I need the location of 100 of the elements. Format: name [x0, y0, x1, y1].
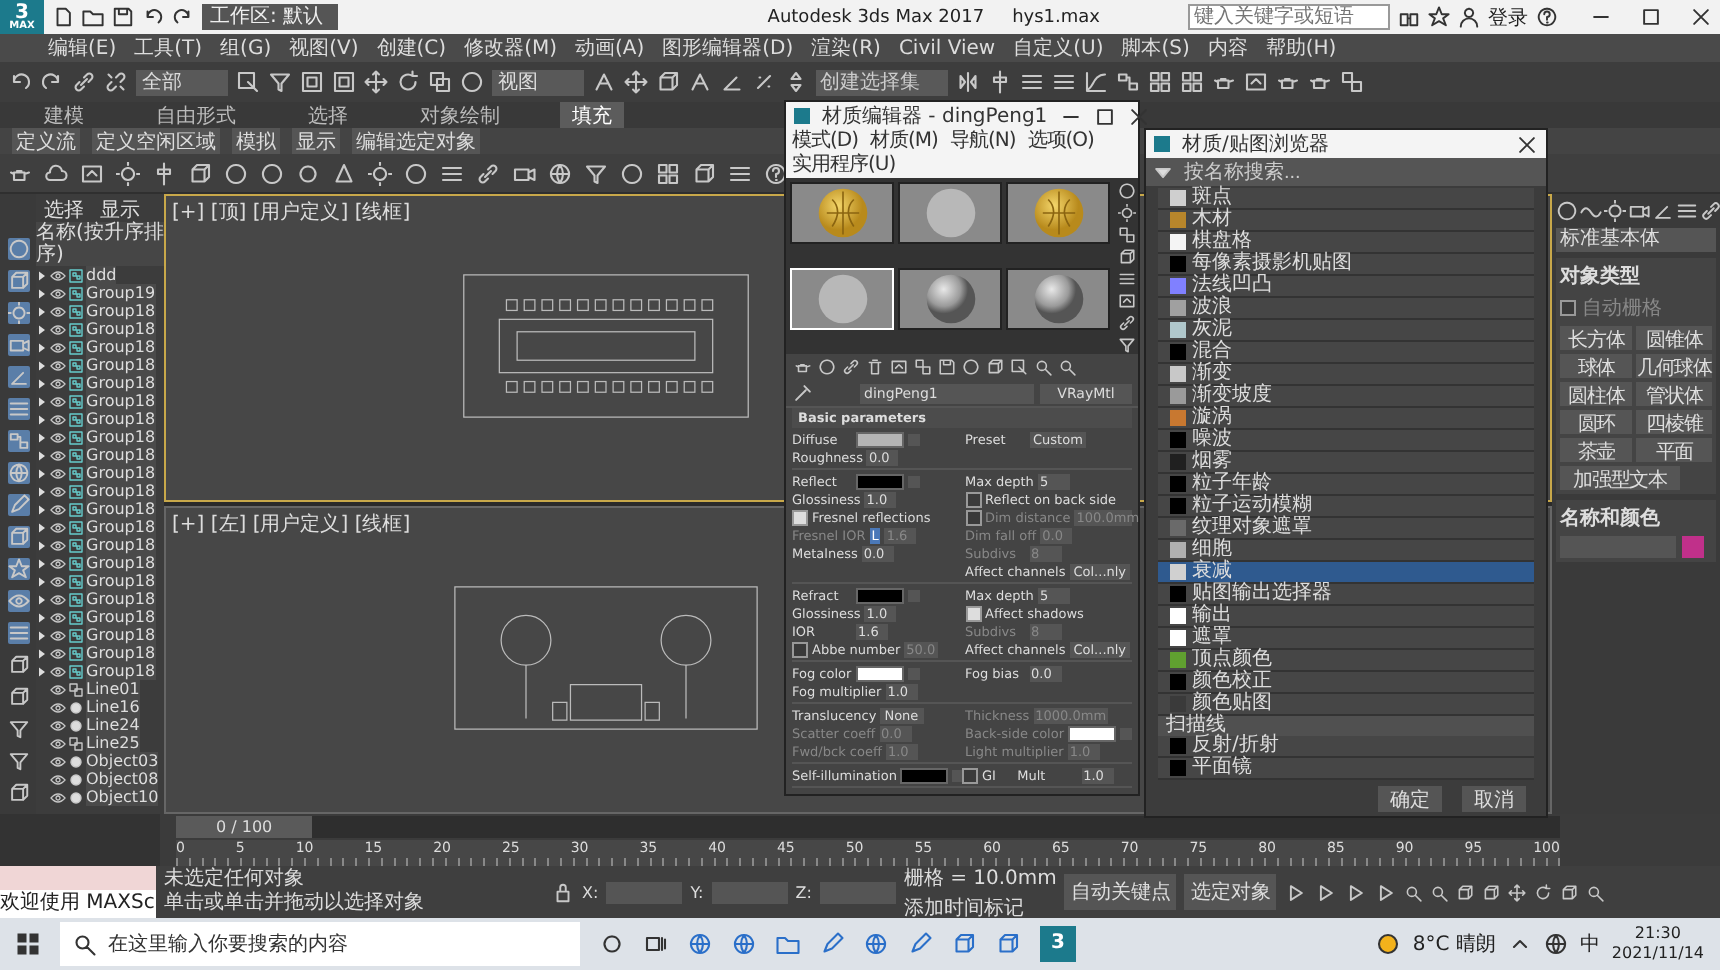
eye-icon[interactable]: [50, 699, 66, 715]
object-type-button[interactable]: 圆柱体: [1560, 382, 1633, 406]
eye-icon[interactable]: [50, 411, 66, 427]
input-method-indicator[interactable]: 中: [1579, 930, 1600, 958]
curve-editor-icon[interactable]: [1084, 70, 1108, 94]
menu-item[interactable]: 材质(M): [870, 130, 938, 154]
pen-icon[interactable]: [820, 932, 844, 956]
region-select-icon[interactable]: [300, 70, 324, 94]
pen-icon[interactable]: [908, 932, 932, 956]
category-dropdown[interactable]: 标准基本体: [1556, 228, 1716, 252]
eye-icon[interactable]: [50, 591, 66, 607]
mirror-icon[interactable]: [956, 70, 980, 94]
filter-icon[interactable]: [584, 161, 608, 185]
search-icon[interactable]: [1034, 358, 1052, 376]
menu-item[interactable]: 帮助(H): [1265, 34, 1337, 62]
eye-icon[interactable]: [50, 537, 66, 553]
layer-icon[interactable]: [440, 161, 464, 185]
key-filter-dropdown[interactable]: 选定对象: [1184, 874, 1277, 910]
map-name[interactable]: 噪波: [1192, 430, 1232, 450]
angle-snap-icon[interactable]: [1652, 200, 1674, 222]
windows-logo-icon[interactable]: [16, 932, 40, 956]
time-slider-thumb[interactable]: 0 / 100: [176, 816, 313, 838]
object-type-button[interactable]: 四棱锥: [1636, 410, 1712, 434]
render-frame-icon[interactable]: [1117, 292, 1135, 310]
menu-item[interactable]: Civil View: [898, 37, 996, 59]
search-field[interactable]: 在这里输入你要搜索的内容: [104, 931, 572, 957]
eye-icon[interactable]: [50, 357, 66, 373]
object-name[interactable]: Group18: [86, 590, 156, 608]
play-icon[interactable]: [1374, 881, 1397, 903]
weather-text[interactable]: 8°C 晴朗: [1412, 930, 1496, 958]
ribbon-panel-tab[interactable]: 编辑选定对象: [352, 127, 480, 155]
color-swatch[interactable]: [856, 431, 904, 447]
map-name[interactable]: 斑点: [1192, 188, 1232, 208]
eye-icon[interactable]: [50, 753, 66, 769]
color-swatch[interactable]: [856, 665, 904, 681]
task-view-icon[interactable]: [644, 932, 668, 956]
map-list-item[interactable]: 粒子年龄: [1158, 474, 1534, 496]
object-type-button[interactable]: 圆环: [1560, 410, 1633, 434]
map-list-item[interactable]: 遮罩: [1158, 628, 1534, 650]
ribbon-tab[interactable]: 对象绘制: [408, 101, 512, 129]
link-icon[interactable]: [1700, 200, 1720, 222]
render-frame-icon[interactable]: [890, 358, 908, 376]
camera-icon[interactable]: [7, 334, 29, 356]
box-icon[interactable]: [986, 358, 1004, 376]
menu-item[interactable]: 修改器(M): [464, 34, 557, 62]
eye-icon[interactable]: [50, 267, 66, 283]
link-icon[interactable]: [476, 161, 500, 185]
object-name[interactable]: Group18: [86, 320, 156, 338]
eye-icon[interactable]: [50, 393, 66, 409]
object-name[interactable]: ddd: [86, 266, 117, 284]
map-name[interactable]: 输出: [1192, 606, 1232, 626]
eye-icon[interactable]: [50, 429, 66, 445]
object-name[interactable]: Group18: [86, 608, 156, 626]
object-name[interactable]: Group18: [86, 644, 156, 662]
pen-icon[interactable]: [7, 494, 29, 516]
map-name[interactable]: 遮罩: [1192, 628, 1232, 648]
map-list-item[interactable]: 贴图输出选择器: [1158, 584, 1534, 606]
filter-icon[interactable]: [7, 750, 29, 772]
map-list-item[interactable]: 渐变: [1158, 364, 1534, 386]
map-name[interactable]: 波浪: [1192, 298, 1232, 318]
globe-icon[interactable]: [1543, 932, 1568, 956]
material-sample-slot[interactable]: [1006, 182, 1110, 244]
coordinate-system-dropdown[interactable]: 视图: [492, 69, 584, 95]
eye-icon[interactable]: [50, 735, 66, 751]
object-type-button[interactable]: 管状体: [1636, 382, 1712, 406]
box-icon[interactable]: [952, 932, 976, 956]
box-icon[interactable]: [996, 932, 1020, 956]
viewport-label[interactable]: [+] [顶] [用户定义] [线框]: [166, 196, 417, 228]
eye-icon[interactable]: [50, 663, 66, 679]
maximize-icon[interactable]: [1093, 105, 1116, 127]
object-name[interactable]: Group18: [86, 482, 156, 500]
map-name[interactable]: 灰泥: [1192, 320, 1232, 340]
object-name[interactable]: Line16: [86, 698, 140, 716]
layer-icon[interactable]: [1020, 70, 1044, 94]
map-name[interactable]: 粒子年龄: [1192, 474, 1272, 494]
eye-icon[interactable]: [50, 555, 66, 571]
render-frame-icon[interactable]: [1244, 70, 1268, 94]
eye-icon[interactable]: [50, 303, 66, 319]
map-list-item[interactable]: 每像素摄影机贴图: [1158, 254, 1534, 276]
map-list-item[interactable]: 粒子运动模糊: [1158, 496, 1534, 518]
object-name[interactable]: Object03: [86, 752, 159, 770]
script-input-field[interactable]: [0, 866, 156, 890]
filter-icon[interactable]: [268, 70, 292, 94]
layer-icon[interactable]: [7, 622, 29, 644]
map-list-item[interactable]: 渐变坡度: [1158, 386, 1534, 408]
link-icon[interactable]: [72, 70, 96, 94]
box-icon[interactable]: [1456, 883, 1475, 901]
explorer-menu[interactable]: 显示: [100, 196, 140, 220]
sphere-icon[interactable]: [7, 238, 29, 260]
checker-icon[interactable]: [914, 358, 932, 376]
menu-item[interactable]: 组(G): [220, 34, 272, 62]
material-sample-slot[interactable]: [1006, 268, 1110, 330]
selection-filter-dropdown[interactable]: 全部: [136, 69, 228, 95]
map-name[interactable]: 纹理对象遮罩: [1192, 518, 1312, 538]
selection-set-field[interactable]: 创建选择集: [816, 69, 948, 95]
viewport-label[interactable]: [+] [左] [用户定义] [线框]: [166, 508, 417, 540]
map-list-item[interactable]: 噪波: [1158, 430, 1534, 452]
sign-in-link[interactable]: 登录: [1488, 3, 1528, 31]
ribbon-panel-tab[interactable]: 定义空闲区域: [92, 127, 220, 155]
play-icon[interactable]: [1344, 881, 1367, 903]
